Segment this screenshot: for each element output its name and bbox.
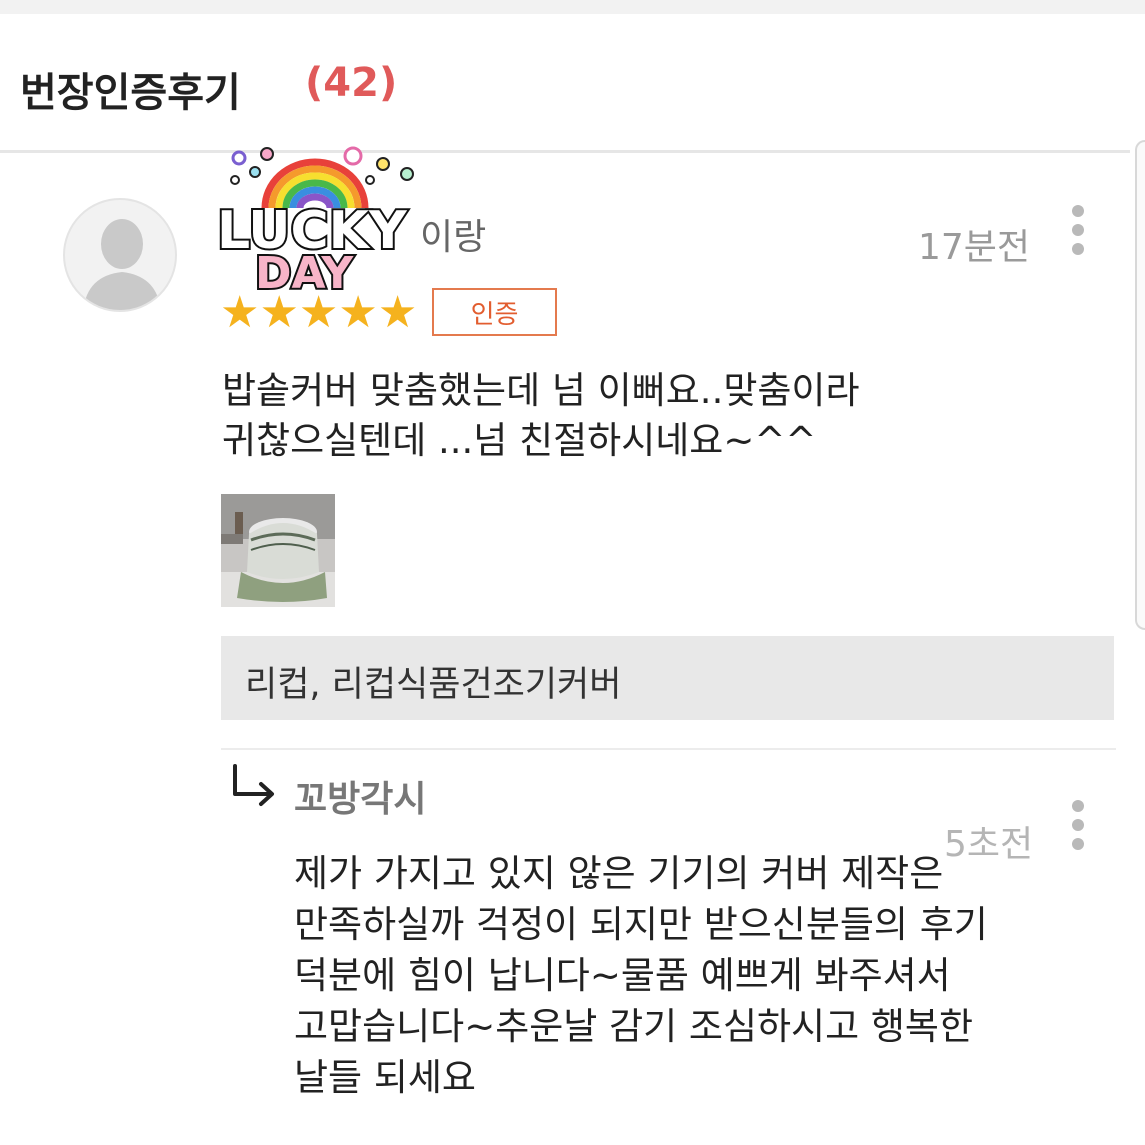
scrollbar-thumb[interactable]: [1135, 140, 1145, 630]
product-tag[interactable]: 리컵, 리컵식품건조기커버: [221, 636, 1114, 720]
product-name: 리컵, 리컵식품건조기커버: [245, 665, 622, 705]
star-icon: ★: [298, 287, 339, 338]
more-options-icon[interactable]: [1068, 205, 1088, 255]
reply-arrow-icon: [233, 764, 274, 806]
reply-text: 제가 가지고 있지 않은 기기의 커버 제작은 만족하실까 걱정이 되지만 받으…: [294, 852, 988, 1099]
review-photo[interactable]: [221, 494, 335, 607]
star-icon: ★: [338, 287, 378, 338]
status-strip: [0, 0, 1145, 14]
page-title: 번장인증후기: [20, 70, 241, 116]
review-text: 밥솥커버 맞춤했는데 넘 이뻐요..맞춤이라 귀찮으실텐데 ...넘 친절하시네…: [222, 369, 860, 462]
star-rating: ★ ★ ★ ★ ★: [220, 290, 417, 336]
star-icon: ★: [259, 287, 299, 338]
seller-name[interactable]: 꼬방각시: [294, 770, 426, 822]
review-count: (42): [305, 60, 398, 106]
reviewer-avatar[interactable]: [63, 198, 177, 312]
star-icon: ★: [220, 287, 260, 338]
reply-divider: [221, 748, 1116, 750]
header-divider: [0, 150, 1130, 153]
scrollbar[interactable]: [1135, 140, 1145, 630]
lucky-day-sticker: LUCKY DAY: [215, 146, 414, 296]
star-icon: ★: [377, 287, 418, 338]
review-time: 17분전: [918, 227, 1031, 268]
reviews-header: 번장인증후기 (42): [0, 14, 1145, 152]
default-avatar-icon: [83, 219, 161, 310]
verified-badge: 인증: [432, 288, 557, 336]
reply-more-options-icon[interactable]: [1068, 800, 1088, 850]
